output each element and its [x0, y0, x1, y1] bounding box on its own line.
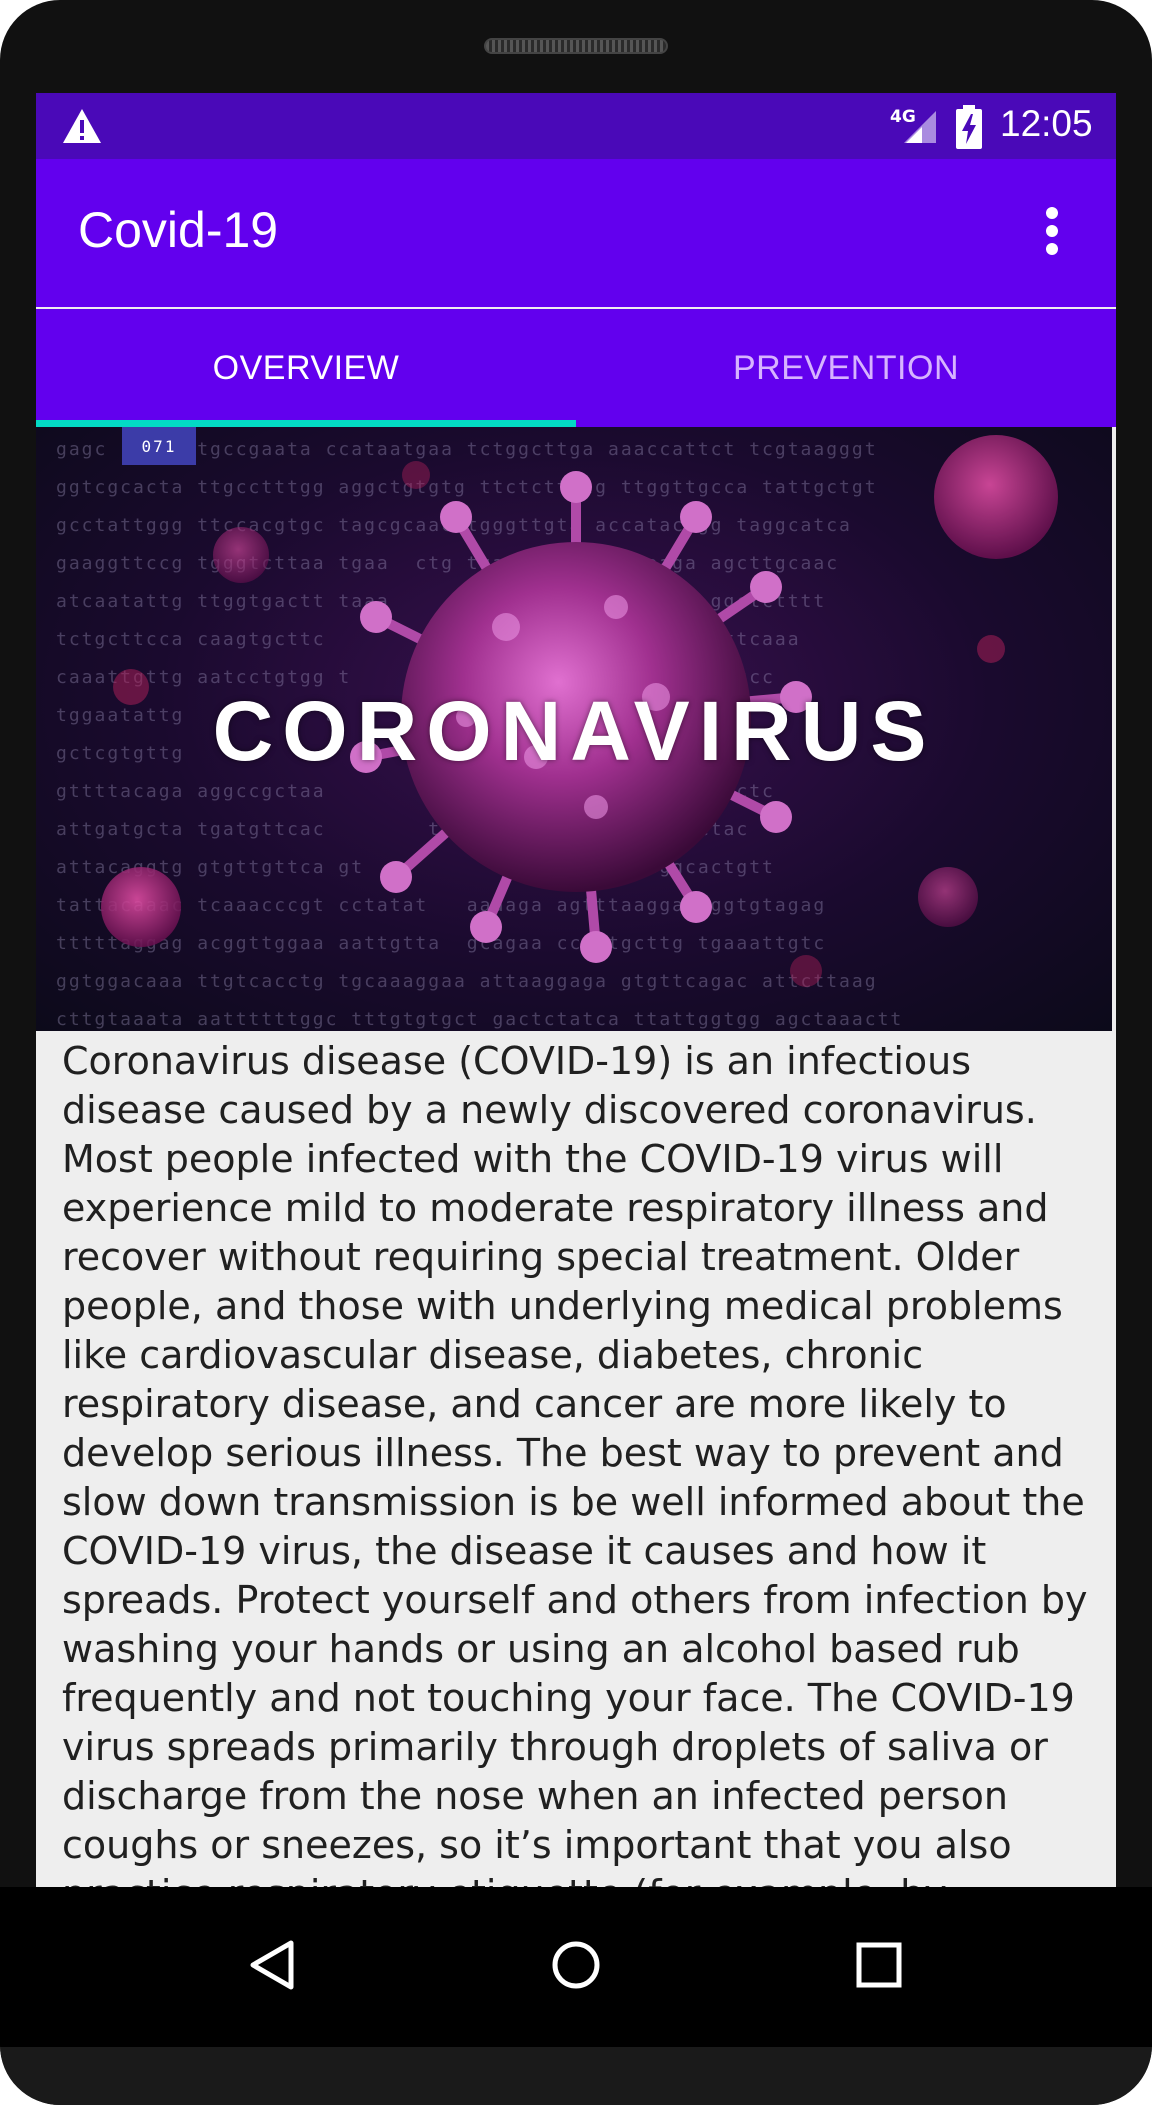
warning-icon [63, 109, 101, 143]
app-title: Covid-19 [78, 202, 279, 258]
tab-prevention[interactable]: PREVENTION [576, 309, 1116, 427]
battery-charging-icon [956, 105, 982, 149]
tab-overview[interactable]: OVERVIEW [36, 309, 576, 427]
hero-image: gagc c ttgccgaata ccataatgaa tctggcttga … [36, 427, 1112, 1031]
signal-icon [904, 111, 936, 143]
hero-title: CORONAVIRUS [212, 684, 936, 778]
recents-icon[interactable] [849, 1935, 909, 1995]
bottom-bezel [0, 2047, 1152, 2105]
app-bar: Covid-19 [36, 159, 1116, 307]
device-frame: 4G 12:05 Covid-19 OVERVIEW PREVENTION ga… [0, 0, 1152, 2105]
more-options-icon[interactable] [1042, 203, 1062, 263]
navigation-bar [0, 1887, 1152, 2047]
home-icon[interactable] [546, 1935, 606, 1995]
hero-badge: 071 [122, 427, 196, 465]
back-icon[interactable] [243, 1935, 303, 1995]
speaker-grille [484, 38, 668, 54]
screen: 4G 12:05 Covid-19 OVERVIEW PREVENTION ga… [36, 93, 1116, 1887]
clock: 12:05 [1000, 103, 1093, 144]
status-bar: 4G 12:05 [36, 93, 1116, 159]
overview-paragraph: Coronavirus disease (COVID-19) is an inf… [62, 1039, 1088, 1887]
tab-bar: OVERVIEW PREVENTION [36, 309, 1116, 427]
